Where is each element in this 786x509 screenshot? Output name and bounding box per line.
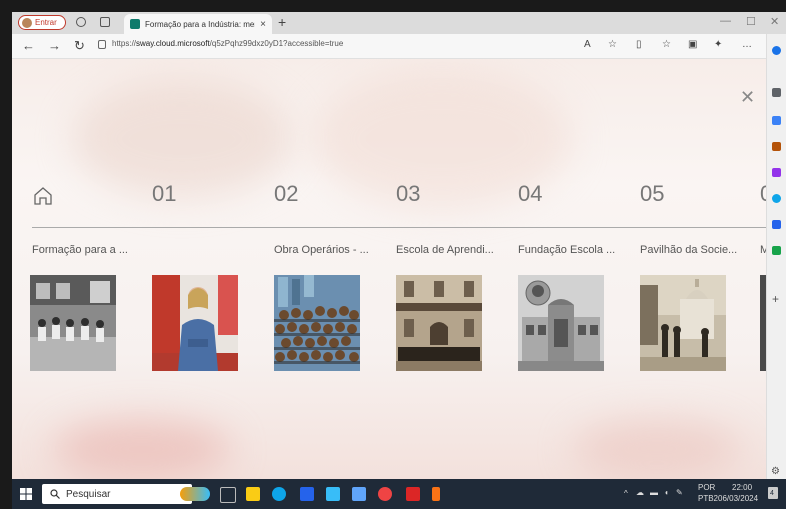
language-top[interactable]: POR <box>698 483 715 492</box>
tab-actions-icon[interactable] <box>100 17 110 27</box>
favorites-icon[interactable]: ☆ <box>662 39 671 50</box>
url-host: sway.cloud.microsoft <box>136 39 210 48</box>
notification-icon[interactable]: 4 <box>768 487 778 499</box>
pen-icon[interactable]: ✎ <box>676 488 683 497</box>
background-blur <box>52 419 232 479</box>
volume-icon[interactable]: ◖ <box>664 488 669 497</box>
network-icon[interactable]: ▬ <box>650 488 658 497</box>
nav-divider <box>32 227 766 228</box>
section-title-05[interactable]: Pavilhão da Socie... <box>640 244 737 256</box>
copilot-icon[interactable] <box>772 46 781 55</box>
browser-window: Entrar Formação para a Indústria: mem × … <box>12 12 786 509</box>
acrobat-icon[interactable] <box>406 487 420 501</box>
language-bottom[interactable]: PTB2 <box>698 494 718 503</box>
background-blur <box>572 419 742 479</box>
reload-button[interactable]: ↻ <box>74 38 85 54</box>
office-icon[interactable] <box>772 194 781 203</box>
task-view-icon[interactable] <box>220 487 236 503</box>
profile-button[interactable]: Entrar <box>18 15 66 30</box>
url-field[interactable]: https://sway.cloud.microsoft/q5zPqhz99dx… <box>112 39 343 48</box>
favorite-star-icon[interactable]: ☆ <box>608 39 617 50</box>
mail-icon[interactable] <box>352 487 366 501</box>
clock-time[interactable]: 22:00 <box>732 483 752 492</box>
tab-title: Formação para a Indústria: mem <box>145 19 256 29</box>
thumbnail-01[interactable] <box>152 275 238 371</box>
tab-bar: Entrar Formação para a Indústria: mem × … <box>12 12 786 34</box>
shopping-icon[interactable] <box>772 116 781 125</box>
avatar <box>22 17 32 28</box>
split-screen-icon[interactable]: ▯ <box>636 39 642 50</box>
lock-icon[interactable] <box>98 40 106 49</box>
close-window-button[interactable]: ✕ <box>770 15 779 28</box>
show-hidden-icons[interactable]: ^ <box>624 489 628 498</box>
thumbnail-03[interactable] <box>396 275 482 371</box>
section-title-03[interactable]: Escola de Aprendi... <box>396 244 494 256</box>
l-app-icon[interactable] <box>300 487 314 501</box>
games-icon[interactable] <box>772 168 781 177</box>
section-title-home[interactable]: Formação para a ... <box>32 244 128 256</box>
sidebar-settings-icon[interactable]: ⚙ <box>771 466 780 477</box>
edge-sidebar: + ⚙ <box>766 34 786 480</box>
url-prefix: https:// <box>112 39 137 48</box>
section-number-02[interactable]: 02 <box>274 181 298 207</box>
collections-icon[interactable]: ▣ <box>688 39 697 50</box>
search-placeholder: Pesquisar <box>66 488 111 500</box>
address-bar-row: ← → ↻ https://sway.cloud.microsoft/q5zPq… <box>12 34 786 59</box>
windows-start-icon[interactable] <box>20 488 32 500</box>
sway-favicon-icon <box>130 19 140 29</box>
tab-close-icon[interactable]: × <box>260 19 266 30</box>
forward-button[interactable]: → <box>48 38 61 53</box>
taskbar-search[interactable]: Pesquisar <box>42 484 192 504</box>
section-number-04[interactable]: 04 <box>518 181 542 207</box>
thumbnail-04[interactable] <box>518 275 604 371</box>
active-tab[interactable]: Formação para a Indústria: mem × <box>124 14 272 34</box>
clock-date[interactable]: 06/03/2024 <box>718 494 758 503</box>
search-icon[interactable] <box>772 88 781 97</box>
thumbnail-home[interactable] <box>30 275 116 371</box>
cloud-icon[interactable]: ☁ <box>636 488 644 497</box>
search-icon <box>50 489 60 499</box>
drop-icon[interactable] <box>772 246 781 255</box>
section-number-05[interactable]: 05 <box>640 181 664 207</box>
notification-count: 4 <box>770 490 774 497</box>
background-blur <box>72 79 292 199</box>
thumbnail-02[interactable] <box>274 275 360 371</box>
home-icon[interactable] <box>32 185 54 207</box>
maximize-button[interactable]: ☐ <box>746 15 756 28</box>
widgets-icon[interactable] <box>180 487 210 501</box>
extensions-icon[interactable]: ✦ <box>714 39 722 50</box>
back-button[interactable]: ← <box>22 38 35 53</box>
sway-navigation-panel: ✕ 01 02 03 04 05 0 Formação para a ... O… <box>12 59 766 479</box>
workspaces-icon[interactable] <box>76 17 86 27</box>
add-sidebar-app-icon[interactable]: + <box>772 292 779 306</box>
read-aloud-icon[interactable]: A <box>584 39 591 50</box>
close-navigation-icon[interactable]: ✕ <box>740 87 755 108</box>
tools-icon[interactable] <box>772 142 781 151</box>
pinned-app-icon[interactable] <box>432 487 440 501</box>
edge-icon[interactable] <box>272 487 286 501</box>
section-title-02[interactable]: Obra Operários - ... <box>274 244 369 256</box>
profile-label: Entrar <box>35 18 57 27</box>
new-tab-button[interactable]: + <box>278 14 286 30</box>
section-number-03[interactable]: 03 <box>396 181 420 207</box>
minimize-button[interactable]: — <box>720 15 731 27</box>
windows-taskbar: Pesquisar ^ ☁ ▬ ◖ ✎ POR PTB2 22:00 06/03… <box>12 479 786 509</box>
more-options-icon[interactable]: … <box>742 39 752 50</box>
file-explorer-icon[interactable] <box>246 487 260 501</box>
thumbnail-05[interactable] <box>640 275 726 371</box>
url-path: /q5zPqhz99dxz0yD1?accessible=true <box>209 39 344 48</box>
section-title-04[interactable]: Fundação Escola ... <box>518 244 615 256</box>
store-icon[interactable] <box>326 487 340 501</box>
outlook-icon[interactable] <box>772 220 781 229</box>
chrome-icon[interactable] <box>378 487 392 501</box>
section-number-01[interactable]: 01 <box>152 181 176 207</box>
